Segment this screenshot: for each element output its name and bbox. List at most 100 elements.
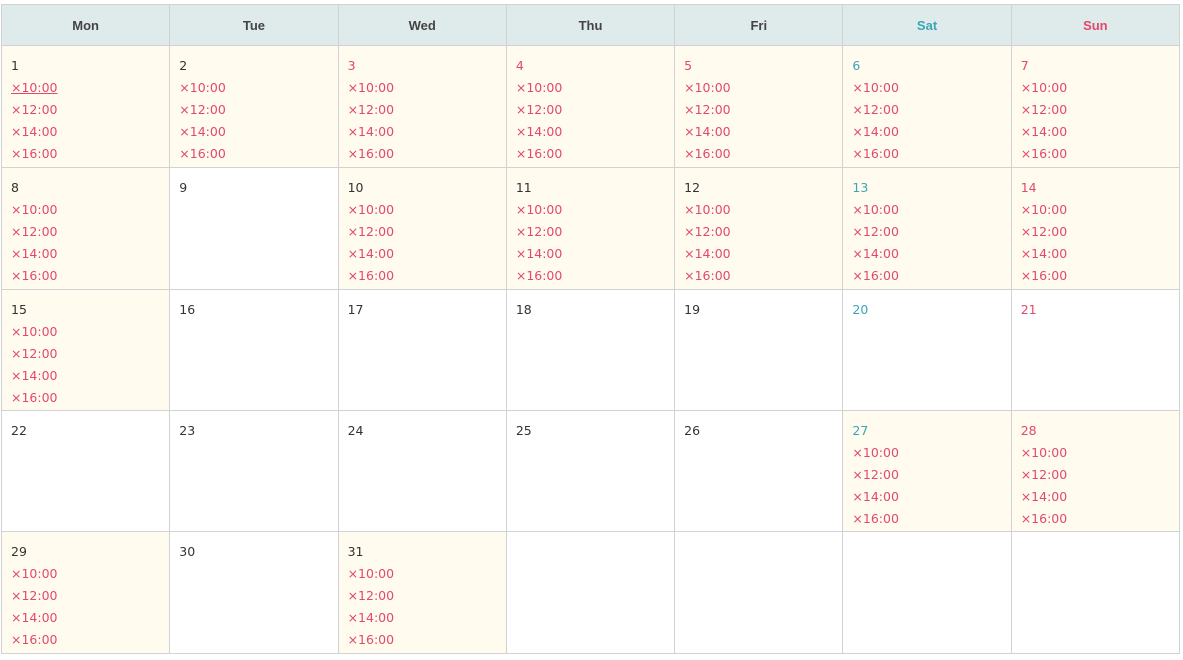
time-slot-unavailable[interactable]: ×16:00 (684, 265, 833, 287)
time-slot-unavailable[interactable]: ×14:00 (684, 243, 833, 265)
day-number: 28 (1020, 423, 1037, 438)
time-slot-unavailable[interactable]: ×14:00 (348, 243, 497, 265)
time-slot-unavailable[interactable]: ×14:00 (348, 121, 497, 143)
time-slot-unavailable[interactable]: ×12:00 (11, 343, 160, 365)
time-slot-unavailable[interactable]: ×10:00 (1021, 77, 1170, 99)
weekday-header-row: Mon Tue Wed Thu Fri Sat Sun (0, 4, 1181, 46)
day-number: 5 (684, 58, 693, 73)
time-slot-unavailable[interactable]: ×12:00 (1021, 221, 1170, 243)
time-slot-unavailable[interactable]: ×10:00 (1021, 199, 1170, 221)
day-cell-3: 3 ×10:00 ×12:00 ×14:00 ×16:00 (337, 45, 507, 168)
time-slot-unavailable[interactable]: ×12:00 (11, 221, 160, 243)
day-cell-24: 24 (337, 410, 507, 532)
time-slot-unavailable[interactable]: ×14:00 (1021, 486, 1170, 508)
day-cell-6: 6 ×10:00 ×12:00 ×14:00 ×16:00 (842, 45, 1012, 168)
time-slot-unavailable[interactable]: ×16:00 (852, 143, 1001, 165)
time-slot-unavailable[interactable]: ×14:00 (348, 607, 497, 629)
time-slot-unavailable[interactable]: ×12:00 (179, 99, 328, 121)
time-slot-unavailable[interactable]: ×10:00 (179, 77, 328, 99)
time-slot-unavailable[interactable]: ×12:00 (11, 99, 160, 121)
time-slot-unavailable[interactable]: ×10:00 (1021, 442, 1170, 464)
time-slot-unavailable[interactable]: ×16:00 (179, 143, 328, 165)
time-slot-unavailable[interactable]: ×12:00 (348, 99, 497, 121)
time-slot-unavailable[interactable]: ×10:00 (684, 77, 833, 99)
day-cell-10: 10 ×10:00 ×12:00 ×14:00 ×16:00 (337, 167, 507, 290)
time-slot-unavailable[interactable]: ×12:00 (684, 99, 833, 121)
time-slot-unavailable[interactable]: ×14:00 (852, 243, 1001, 265)
time-slot-unavailable[interactable]: ×10:00 (11, 77, 160, 99)
time-slot-unavailable[interactable]: ×14:00 (11, 365, 160, 387)
time-slot-unavailable[interactable]: ×16:00 (1021, 143, 1170, 165)
time-slot-unavailable[interactable]: ×14:00 (684, 121, 833, 143)
time-slot-unavailable[interactable]: ×16:00 (348, 143, 497, 165)
time-slot-unavailable[interactable]: ×14:00 (1021, 121, 1170, 143)
day-number: 3 (347, 58, 356, 73)
time-slot-unavailable[interactable]: ×10:00 (516, 77, 665, 99)
time-slot-unavailable[interactable]: ×14:00 (852, 121, 1001, 143)
time-slot-unavailable[interactable]: ×12:00 (348, 221, 497, 243)
time-slot-unavailable[interactable]: ×16:00 (11, 143, 160, 165)
time-slot-unavailable[interactable]: ×16:00 (1021, 265, 1170, 287)
day-number: 24 (347, 423, 364, 438)
time-slot-unavailable[interactable]: ×16:00 (11, 387, 160, 409)
time-slot-unavailable[interactable]: ×10:00 (348, 563, 497, 585)
time-slot-unavailable[interactable]: ×12:00 (684, 221, 833, 243)
time-slot-unavailable[interactable]: ×16:00 (348, 629, 497, 651)
time-slot-unavailable[interactable]: ×12:00 (852, 221, 1001, 243)
day-number: 26 (684, 423, 701, 438)
day-number: 25 (515, 423, 532, 438)
time-slot-unavailable[interactable]: ×12:00 (516, 99, 665, 121)
empty-day-cell (674, 531, 844, 654)
day-cell-13: 13 ×10:00 ×12:00 ×14:00 ×16:00 (842, 167, 1012, 290)
day-number: 9 (179, 180, 188, 195)
time-slot-unavailable[interactable]: ×14:00 (11, 121, 160, 143)
time-slot-unavailable[interactable]: ×14:00 (1021, 243, 1170, 265)
time-slot-unavailable[interactable]: ×14:00 (179, 121, 328, 143)
time-slot-unavailable[interactable]: ×16:00 (684, 143, 833, 165)
time-slot-unavailable[interactable]: ×10:00 (348, 77, 497, 99)
time-slot-unavailable[interactable]: ×14:00 (516, 243, 665, 265)
day-number: 12 (684, 180, 701, 195)
time-slot-unavailable[interactable]: ×14:00 (11, 607, 160, 629)
weekday-header-tue: Tue (169, 4, 339, 46)
time-slot-unavailable[interactable]: ×16:00 (516, 143, 665, 165)
time-slot-unavailable[interactable]: ×12:00 (852, 99, 1001, 121)
time-slot-unavailable[interactable]: ×10:00 (11, 321, 160, 343)
week-row: 15 ×10:00 ×12:00 ×14:00 ×16:00 16 17 18 19 20 21 (0, 289, 1181, 411)
time-slot-unavailable[interactable]: ×10:00 (852, 199, 1001, 221)
day-number: 14 (1020, 180, 1037, 195)
day-number: 10 (347, 180, 364, 195)
day-cell-17: 17 (337, 289, 507, 411)
empty-day-cell (505, 531, 676, 654)
day-cell-5: 5 ×10:00 ×12:00 ×14:00 ×16:00 (674, 45, 844, 168)
time-slot-unavailable[interactable]: ×10:00 (11, 563, 160, 585)
time-slot-unavailable[interactable]: ×14:00 (11, 243, 160, 265)
time-slot-unavailable[interactable]: ×14:00 (852, 486, 1001, 508)
time-slot-unavailable[interactable]: ×14:00 (516, 121, 665, 143)
time-slot-unavailable[interactable]: ×12:00 (11, 585, 160, 607)
time-slot-unavailable[interactable]: ×10:00 (348, 199, 497, 221)
time-slot-unavailable[interactable]: ×16:00 (516, 265, 665, 287)
time-slot-unavailable[interactable]: ×12:00 (516, 221, 665, 243)
time-slot-unavailable[interactable]: ×12:00 (348, 585, 497, 607)
day-number: 29 (11, 544, 27, 559)
day-cell-28: 28 ×10:00 ×12:00 ×14:00 ×16:00 (1010, 410, 1181, 532)
time-slot-unavailable[interactable]: ×12:00 (1021, 99, 1170, 121)
time-slot-unavailable[interactable]: ×16:00 (11, 265, 160, 287)
time-slot-unavailable[interactable]: ×16:00 (348, 265, 497, 287)
day-cell-19: 19 (674, 289, 844, 411)
day-number: 7 (1020, 58, 1029, 73)
day-cell-18: 18 (505, 289, 676, 411)
time-slot-unavailable[interactable]: ×16:00 (1021, 508, 1170, 530)
time-slot-unavailable[interactable]: ×16:00 (852, 265, 1001, 287)
time-slot-unavailable[interactable]: ×10:00 (516, 199, 665, 221)
time-slot-unavailable[interactable]: ×16:00 (852, 508, 1001, 530)
time-slot-unavailable[interactable]: ×16:00 (11, 629, 160, 651)
time-slot-unavailable[interactable]: ×12:00 (1021, 464, 1170, 486)
time-slot-unavailable[interactable]: ×12:00 (852, 464, 1001, 486)
empty-day-cell (842, 531, 1012, 654)
time-slot-unavailable[interactable]: ×10:00 (684, 199, 833, 221)
time-slot-unavailable[interactable]: ×10:00 (852, 442, 1001, 464)
time-slot-unavailable[interactable]: ×10:00 (11, 199, 160, 221)
time-slot-unavailable[interactable]: ×10:00 (852, 77, 1001, 99)
